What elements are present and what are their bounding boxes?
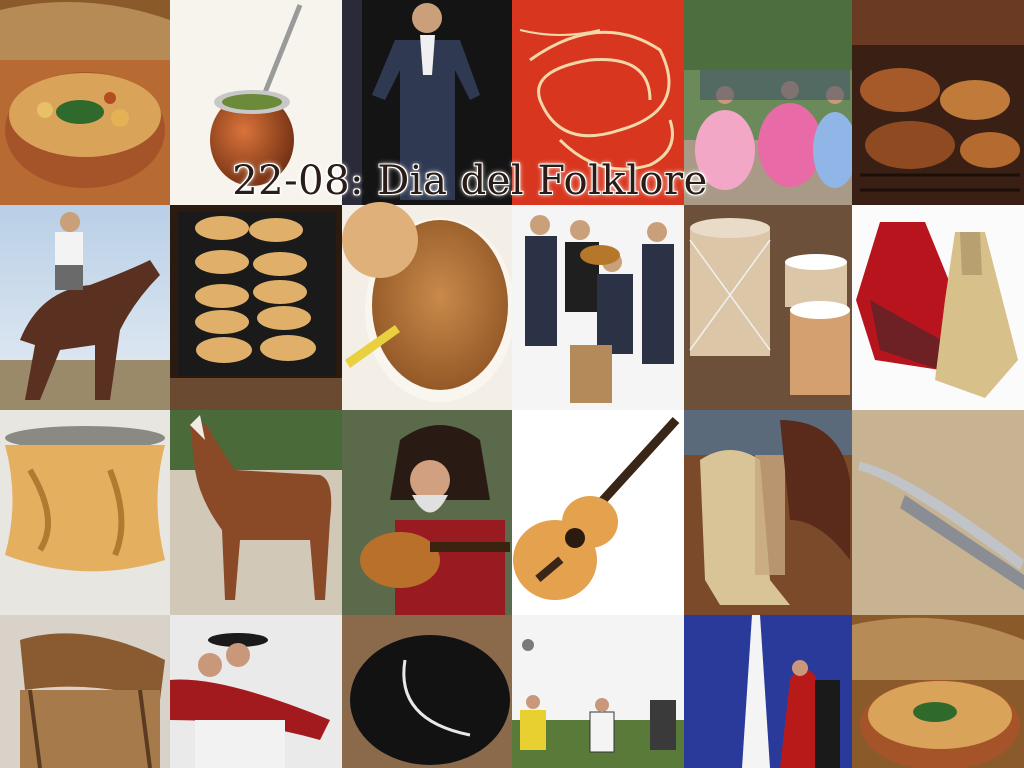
guitarist-singer-photo [342, 410, 512, 615]
horse-rider-photo [0, 205, 170, 410]
folklore-collage: 22-08: Dia del Folklore [0, 0, 1024, 768]
folk-musicians-photo [512, 205, 684, 410]
dulce-de-leche-photo [342, 202, 515, 410]
facon-knife-photo [852, 410, 1024, 615]
criollo-horse-photo [170, 410, 342, 615]
gaucho-boots-photo [684, 410, 852, 615]
collage-title: 22-08: Dia del Folklore [232, 158, 708, 204]
obelisco-tango-photo [684, 615, 852, 768]
bombo-drums-photo [684, 205, 852, 410]
carved-bowl-photo [0, 410, 170, 615]
gaucho-hat-photo [342, 615, 512, 768]
locro-stew-photo-repeat [852, 615, 1024, 768]
photo-grid [0, 0, 1024, 768]
saddle-photo [0, 615, 170, 768]
pato-game-photo [512, 615, 684, 768]
classical-guitar-photo [512, 410, 684, 615]
dancing-couple-photo [170, 615, 342, 768]
ponchos-photo [852, 205, 1024, 410]
empanadas-tray-photo [170, 205, 342, 410]
